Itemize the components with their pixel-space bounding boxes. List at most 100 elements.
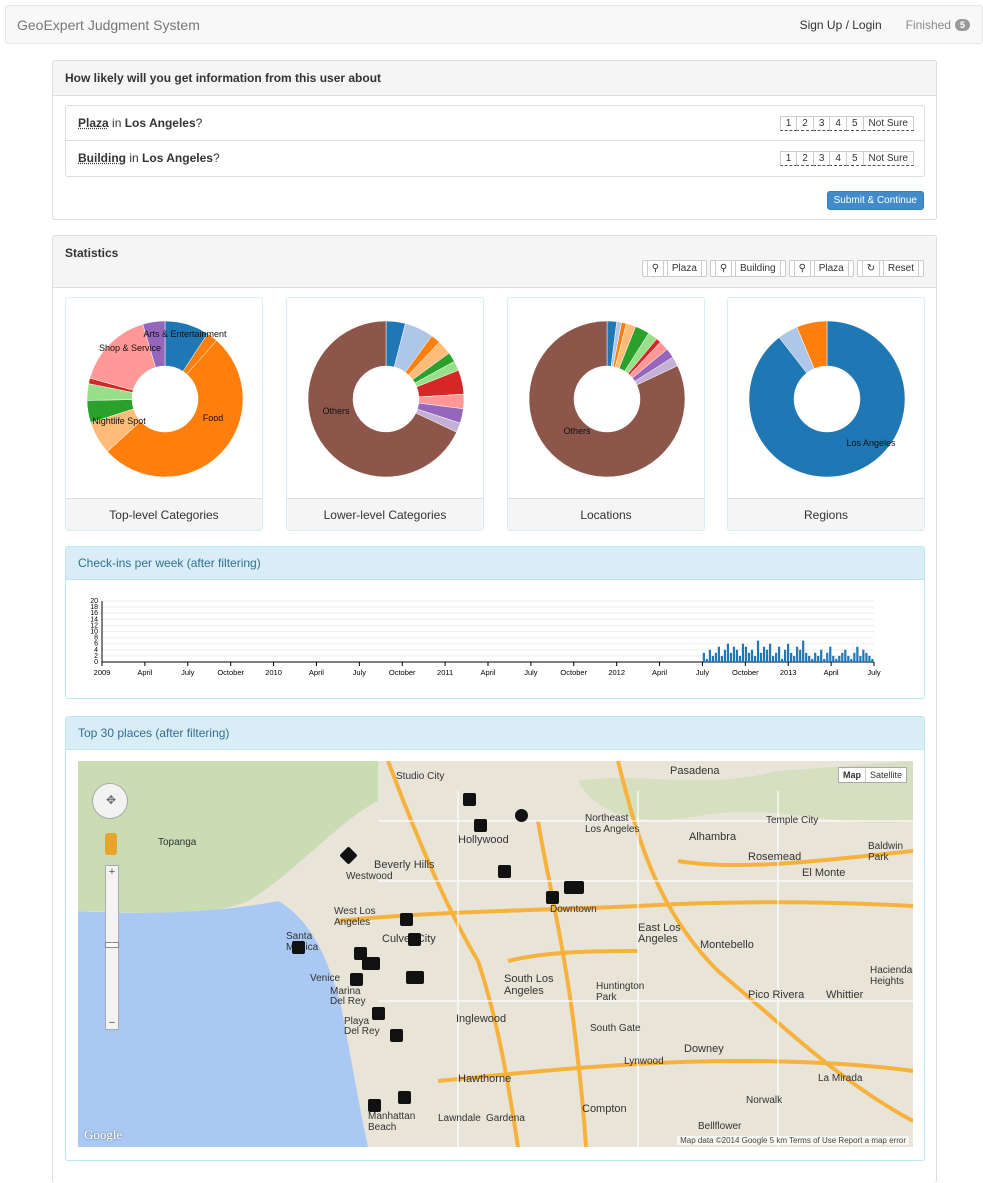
zoom-out-icon[interactable]: − bbox=[107, 1017, 117, 1029]
map-attribution[interactable]: Map data ©2014 Google 5 km Terms of Use … bbox=[677, 1136, 909, 1145]
bar[interactable] bbox=[753, 655, 757, 662]
bar[interactable] bbox=[744, 646, 748, 662]
place-marker[interactable] bbox=[400, 913, 413, 926]
place-marker[interactable] bbox=[372, 1007, 385, 1020]
bar[interactable] bbox=[702, 652, 705, 662]
bar[interactable] bbox=[841, 652, 844, 662]
bar[interactable] bbox=[817, 655, 820, 662]
place-marker[interactable] bbox=[546, 891, 559, 904]
bar[interactable] bbox=[714, 652, 717, 662]
place-marker[interactable] bbox=[463, 793, 476, 806]
bar[interactable] bbox=[799, 649, 802, 662]
bar[interactable] bbox=[826, 652, 829, 662]
bar[interactable] bbox=[726, 643, 730, 662]
bar[interactable] bbox=[720, 655, 724, 662]
bar[interactable] bbox=[865, 652, 868, 662]
bar[interactable] bbox=[774, 652, 778, 662]
place-marker[interactable] bbox=[408, 933, 421, 946]
filter-plaza-button[interactable]: ⚲ Plaza bbox=[641, 260, 707, 277]
bar[interactable] bbox=[777, 646, 781, 662]
map-canvas[interactable]: Pasadena Studio City Hollywood Beverly H… bbox=[78, 761, 913, 1147]
place-marker[interactable] bbox=[292, 941, 305, 954]
rating-5-button[interactable]: 5 bbox=[845, 116, 864, 131]
place-marker[interactable] bbox=[368, 1099, 381, 1112]
bar[interactable] bbox=[729, 652, 733, 662]
bar[interactable] bbox=[771, 655, 775, 662]
rating-5-button[interactable]: 5 bbox=[845, 151, 864, 166]
bar[interactable] bbox=[814, 652, 817, 662]
rating-2-button[interactable]: 2 bbox=[796, 151, 814, 166]
place-marker[interactable] bbox=[398, 1091, 411, 1104]
rating-4-button[interactable]: 4 bbox=[829, 116, 847, 131]
bar[interactable] bbox=[856, 646, 859, 662]
bar[interactable] bbox=[853, 652, 856, 662]
place-marker[interactable] bbox=[362, 957, 380, 970]
bar[interactable] bbox=[717, 646, 721, 662]
map-type-satellite-button[interactable]: Satellite bbox=[866, 768, 906, 782]
bar[interactable] bbox=[750, 649, 754, 662]
bar[interactable] bbox=[765, 649, 769, 662]
bar[interactable] bbox=[811, 658, 814, 662]
bar[interactable] bbox=[723, 649, 727, 662]
place-marker[interactable] bbox=[474, 819, 487, 832]
place-marker[interactable] bbox=[406, 971, 424, 984]
bar[interactable] bbox=[793, 655, 796, 662]
bar[interactable] bbox=[790, 652, 793, 662]
bar[interactable] bbox=[823, 658, 826, 662]
place-marker[interactable] bbox=[515, 809, 528, 822]
bar[interactable] bbox=[838, 655, 841, 662]
bar[interactable] bbox=[768, 643, 772, 662]
bar[interactable] bbox=[747, 652, 751, 662]
place-marker[interactable] bbox=[350, 973, 363, 986]
bar[interactable] bbox=[738, 655, 742, 662]
bar[interactable] bbox=[732, 646, 736, 662]
reset-button[interactable]: ↻ Reset bbox=[856, 260, 924, 277]
rating-1-button[interactable]: 1 bbox=[779, 151, 798, 166]
finished-link[interactable]: Finished 5 bbox=[906, 18, 970, 32]
bar[interactable] bbox=[820, 649, 823, 662]
bar[interactable] bbox=[787, 643, 790, 662]
place-marker[interactable] bbox=[498, 865, 511, 878]
map-type-map-button[interactable]: Map bbox=[839, 768, 866, 782]
bar[interactable] bbox=[871, 658, 874, 662]
login-link[interactable]: Sign Up / Login bbox=[800, 18, 882, 32]
bar[interactable] bbox=[796, 646, 799, 662]
place-marker[interactable] bbox=[390, 1029, 403, 1042]
bar[interactable] bbox=[762, 646, 766, 662]
bar[interactable] bbox=[850, 658, 853, 662]
rating-3-button[interactable]: 3 bbox=[812, 151, 831, 166]
bar[interactable] bbox=[705, 658, 708, 662]
bar[interactable] bbox=[735, 649, 739, 662]
filter-building-button[interactable]: ⚲ Building bbox=[709, 260, 786, 277]
bar[interactable] bbox=[859, 655, 862, 662]
bar[interactable] bbox=[711, 655, 714, 662]
zoom-in-icon[interactable]: + bbox=[107, 866, 117, 878]
rating-notsure-button[interactable]: Not Sure bbox=[862, 151, 914, 166]
rating-notsure-button[interactable]: Not Sure bbox=[862, 116, 914, 131]
place-marker[interactable] bbox=[564, 881, 584, 894]
bar[interactable] bbox=[708, 649, 711, 662]
bar[interactable] bbox=[802, 640, 805, 662]
pan-control[interactable]: ✥ bbox=[92, 783, 128, 819]
rating-4-button[interactable]: 4 bbox=[829, 151, 847, 166]
bar[interactable] bbox=[780, 658, 784, 662]
bar[interactable] bbox=[784, 649, 787, 662]
bar[interactable] bbox=[808, 655, 811, 662]
rating-1-button[interactable]: 1 bbox=[779, 116, 798, 131]
pegman-icon[interactable] bbox=[105, 833, 117, 855]
bar[interactable] bbox=[805, 652, 808, 662]
bar[interactable] bbox=[868, 655, 871, 662]
submit-button[interactable]: Submit & Continue bbox=[826, 191, 924, 210]
bar[interactable] bbox=[832, 655, 835, 662]
bar[interactable] bbox=[847, 655, 850, 662]
filter-plaza-button[interactable]: ⚲ Plaza bbox=[788, 260, 854, 277]
rating-2-button[interactable]: 2 bbox=[796, 116, 814, 131]
bar[interactable] bbox=[835, 658, 838, 662]
brand[interactable]: GeoExpert Judgment System bbox=[17, 17, 200, 33]
bar[interactable] bbox=[862, 649, 865, 662]
zoom-handle[interactable] bbox=[105, 942, 119, 948]
zoom-slider[interactable]: + − bbox=[105, 865, 119, 1030]
bar[interactable] bbox=[756, 640, 760, 662]
bar[interactable] bbox=[759, 652, 763, 662]
rating-3-button[interactable]: 3 bbox=[812, 116, 831, 131]
